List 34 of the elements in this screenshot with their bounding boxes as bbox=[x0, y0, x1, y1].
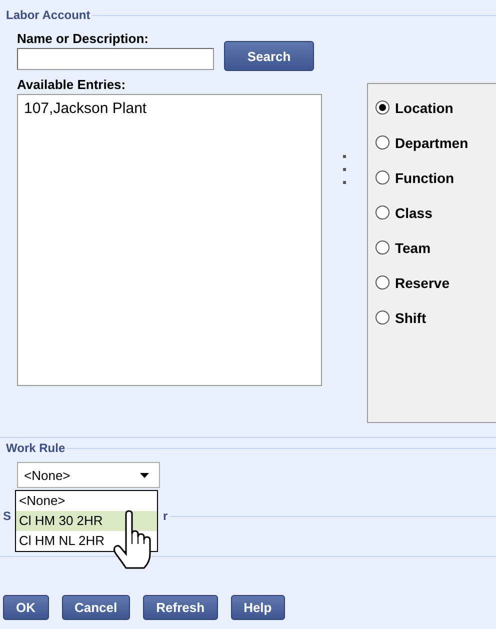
radio-label[interactable]: Departmen bbox=[395, 134, 468, 150]
dialog-button[interactable]: Cancel bbox=[62, 595, 130, 620]
dialog-button[interactable]: Refresh bbox=[143, 595, 218, 620]
radio-label[interactable]: Function bbox=[395, 170, 454, 186]
radio-label[interactable]: Location bbox=[395, 100, 454, 116]
entries-list[interactable]: 107,Jackson Plant bbox=[17, 94, 322, 386]
section-title-start: S bbox=[3, 509, 12, 523]
splitter-handle-icon[interactable] bbox=[342, 155, 346, 187]
work-rule-dropdown[interactable]: <None> bbox=[17, 462, 160, 488]
radio-icon[interactable] bbox=[375, 170, 390, 185]
name-field[interactable] bbox=[17, 48, 214, 70]
radio-icon[interactable] bbox=[375, 240, 390, 255]
dialog-button[interactable]: OK bbox=[3, 595, 48, 620]
list-item[interactable]: 107,Jackson Plant bbox=[22, 99, 317, 118]
radio-label[interactable]: Team bbox=[395, 240, 431, 256]
radio-icon[interactable] bbox=[375, 205, 390, 220]
dropdown-option[interactable]: Cl HM NL 2HR bbox=[16, 531, 157, 551]
field-label: Name or Description: bbox=[17, 31, 150, 46]
radio-label[interactable]: Class bbox=[395, 204, 432, 220]
section-title: Labor Account bbox=[6, 8, 90, 22]
section-title-end: r bbox=[163, 509, 168, 523]
radio-icon[interactable] bbox=[375, 310, 390, 325]
search-button[interactable]: Search bbox=[224, 41, 314, 71]
dropdown-option[interactable]: Cl HM 30 2HR bbox=[16, 511, 157, 531]
radio-icon[interactable] bbox=[375, 275, 390, 290]
caret-icon bbox=[140, 472, 149, 478]
radio-selected-icon[interactable] bbox=[375, 100, 390, 115]
dialog-button[interactable]: Help bbox=[230, 595, 285, 620]
radio-label[interactable]: Reserve bbox=[395, 274, 450, 290]
dropdown-option[interactable]: <None> bbox=[16, 491, 157, 511]
list-label: Available Entries: bbox=[17, 77, 127, 92]
radio-icon[interactable] bbox=[375, 135, 390, 150]
radio-label[interactable]: Shift bbox=[395, 310, 426, 326]
section-title: Work Rule bbox=[6, 441, 66, 455]
